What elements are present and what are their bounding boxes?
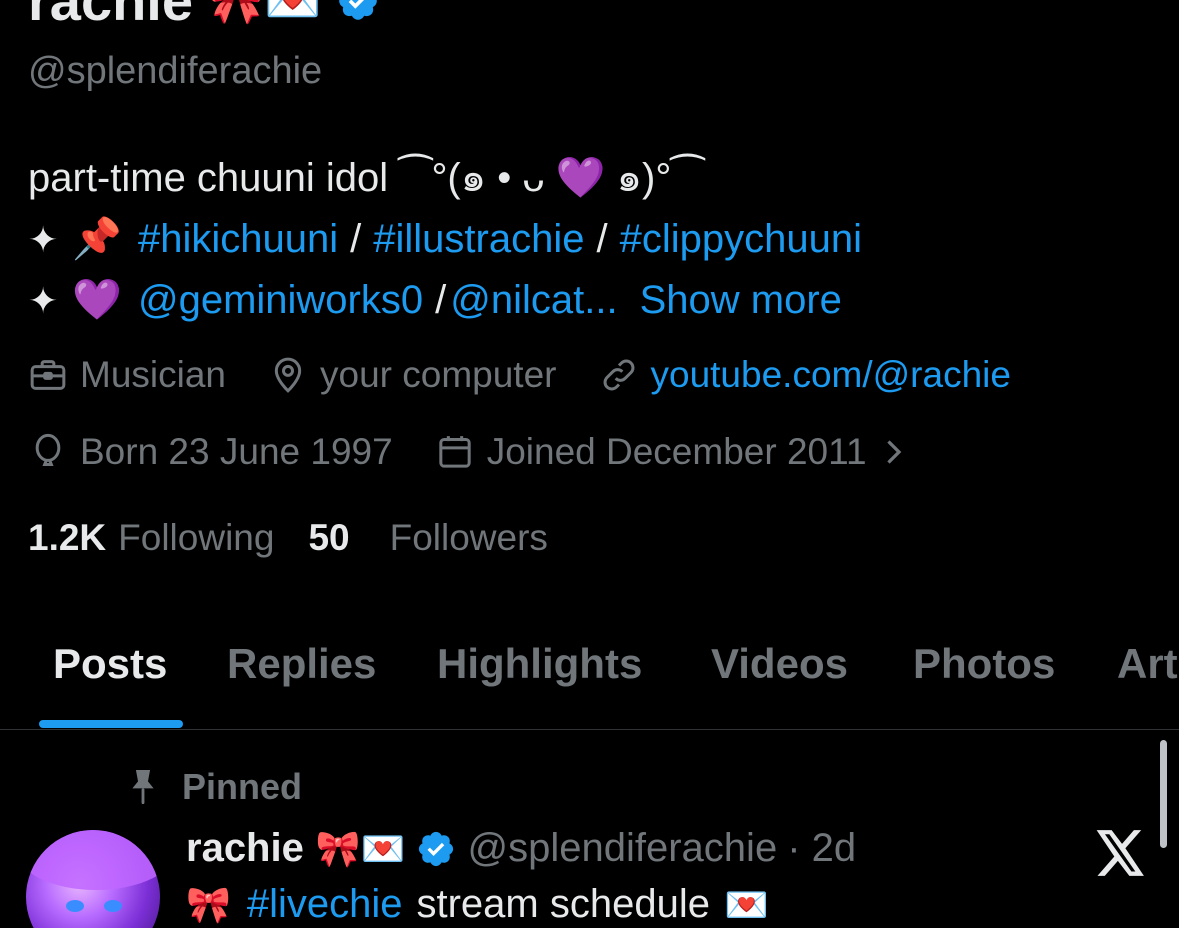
website-link[interactable]: youtube.com/@rachie [651, 354, 1011, 396]
display-name-text: rachie [28, 0, 193, 32]
purple-heart-emoji: 💜 [72, 278, 122, 322]
post-text: 🎀 #livechie stream schedule 💌 [186, 882, 785, 927]
tab-videos[interactable]: Videos [711, 640, 848, 688]
avatar-hair [26, 830, 160, 890]
tab-photos[interactable]: Photos [913, 640, 1055, 688]
verified-badge-icon[interactable] [336, 0, 380, 23]
location-pin-icon [274, 357, 302, 393]
followers-label[interactable]: Followers [390, 517, 548, 559]
chevron-right-icon[interactable] [881, 437, 905, 467]
hashtag-livechie[interactable]: #livechie [247, 882, 403, 927]
post-author-name[interactable]: rachie [186, 826, 304, 871]
bow-emoji: 🎀 [186, 883, 231, 925]
pinned-label: Pinned [182, 766, 303, 807]
hashtag-clippychuuni[interactable]: #clippychuuni [620, 209, 862, 270]
joined-text: Joined December 2011 [486, 431, 867, 472]
verified-badge-icon[interactable] [416, 829, 456, 869]
profile-bio: part-time chuuni idol ⁀°(๑ • ᴗ 💜 ๑)°⁀ ✦ … [28, 148, 862, 331]
category-text: Musician [80, 354, 226, 395]
hashtag-illustrachie[interactable]: #illustrachie [373, 209, 584, 270]
profile-display-name: rachie 🎀💌 [28, 0, 380, 33]
pushpin-emoji: 📌 [72, 217, 122, 261]
sparkle-icon: ✦ [28, 280, 59, 321]
post-author-handle[interactable]: @splendiferachie [468, 826, 778, 871]
following-count[interactable]: 1.2K [28, 517, 106, 559]
separator: / [596, 217, 608, 261]
birthday-item: Born 23 June 1997 [28, 431, 393, 473]
tab-art[interactable]: Art [1117, 640, 1178, 688]
profile-meta-row-2: Born 23 June 1997 Joined December 2011 [28, 431, 959, 473]
avatar-eye [104, 900, 122, 912]
bio-line-1: part-time chuuni idol ⁀°(๑ • ᴗ 💜 ๑)°⁀ [28, 156, 704, 200]
post-header: rachie 🎀💌 @splendiferachie · 2d [186, 826, 856, 871]
separator: / [435, 278, 447, 322]
tabs-divider [0, 729, 1179, 730]
follow-stats: 1.2K Following 50 Followers [28, 517, 582, 559]
mention-nilcat[interactable]: @nilcat... [450, 270, 617, 331]
location-text: your computer [320, 354, 557, 395]
avatar-eye [66, 900, 84, 912]
pinned-indicator: Pinned [126, 766, 302, 808]
category-item: Musician [28, 354, 226, 396]
active-tab-indicator [39, 720, 183, 728]
bio-line-3: ✦ 💜 @geminiworks0 / @nilcat... Show more [28, 270, 862, 331]
followers-count[interactable]: 50 [308, 517, 349, 559]
display-name-emojis: 🎀💌 [207, 0, 322, 26]
bio-line-2: ✦ 📌 #hikichuuni / #illustrachie / #clipp… [28, 209, 862, 270]
joined-item[interactable]: Joined December 2011 [435, 431, 917, 473]
birthday-text: Born 23 June 1997 [80, 431, 393, 472]
briefcase-icon [30, 360, 66, 390]
post-timestamp[interactable]: · 2d [787, 826, 856, 871]
link-icon [603, 359, 634, 391]
mention-geminiworks0[interactable]: @geminiworks0 [138, 270, 423, 331]
post-text-body: stream schedule [416, 882, 710, 926]
sparkle-icon: ✦ [28, 219, 59, 260]
separator: / [350, 217, 362, 261]
envelope-emoji: 💌 [723, 883, 769, 925]
profile-tabs: Posts Replies Highlights Videos Photos A… [0, 630, 1179, 730]
pin-icon [132, 770, 154, 804]
post-author-emojis: 🎀💌 [315, 827, 406, 869]
x-logo-icon[interactable] [1096, 830, 1146, 876]
following-label[interactable]: Following [118, 517, 274, 559]
tab-replies[interactable]: Replies [227, 640, 376, 688]
show-more-link[interactable]: Show more [640, 270, 842, 331]
profile-meta-row-1: Musician your computer youtube.com/@rach… [28, 354, 1053, 396]
profile-page: rachie 🎀💌 @splendiferachie part-time chu… [0, 0, 1179, 928]
profile-handle: @splendiferachie [28, 50, 323, 92]
calendar-icon [439, 436, 471, 468]
avatar[interactable] [26, 830, 160, 928]
birthday-balloon-icon [35, 433, 61, 466]
website-item[interactable]: youtube.com/@rachie [599, 354, 1011, 396]
tab-posts[interactable]: Posts [53, 640, 167, 688]
location-item: your computer [268, 354, 557, 396]
hashtag-hikichuuni[interactable]: #hikichuuni [138, 209, 338, 270]
scrollbar[interactable] [1160, 740, 1167, 848]
tab-highlights[interactable]: Highlights [437, 640, 642, 688]
